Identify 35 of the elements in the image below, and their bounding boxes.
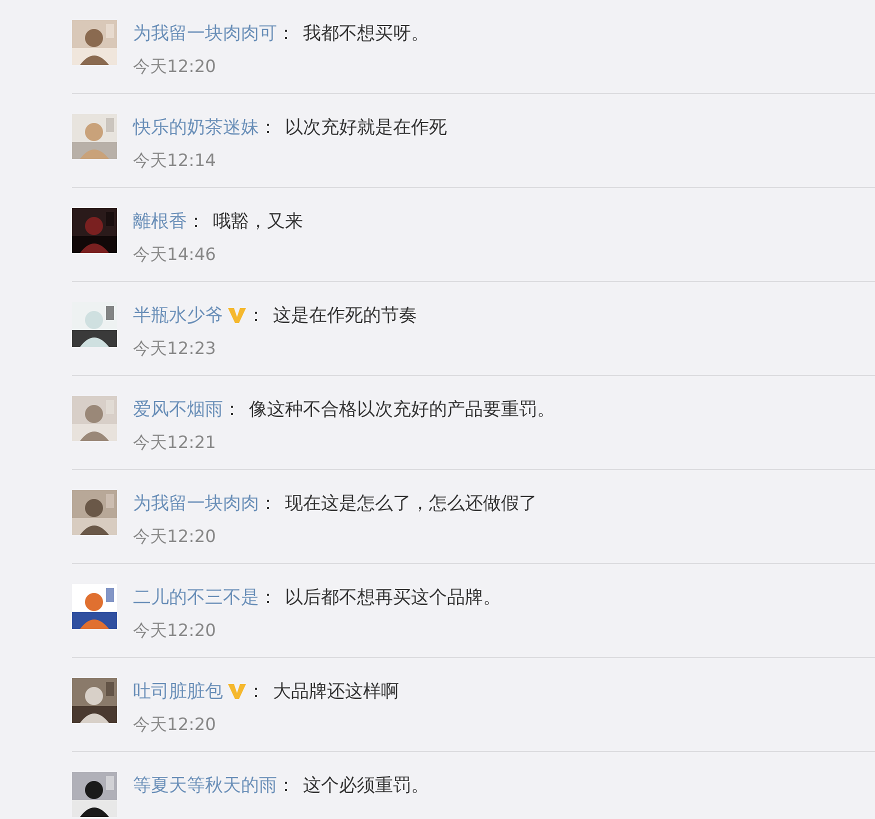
comment-text: 这个必须重罚。 <box>303 774 429 797</box>
comment-text: 大品牌还这样啊 <box>273 680 399 703</box>
user-name[interactable]: 等夏天等秋天的雨 <box>133 773 277 797</box>
colon: ： <box>259 586 277 609</box>
comment-text: 哦豁，又来 <box>213 210 303 233</box>
user-name[interactable]: 二儿的不三不是 <box>133 585 259 609</box>
colon: ： <box>223 398 241 421</box>
comment-text: 现在这是怎么了，怎么还做假了 <box>285 492 537 515</box>
colon: ： <box>259 116 277 139</box>
colon: ： <box>277 774 295 797</box>
comment-text: 我都不想买呀。 <box>303 22 429 45</box>
comment-time: 今天12:20 <box>133 56 217 79</box>
user-name[interactable]: 为我留一块肉肉 <box>133 491 259 515</box>
comment-time: 今天12:14 <box>133 150 217 173</box>
comment-text: 以次充好就是在作死 <box>285 116 447 139</box>
comment-text: 像这种不合格以次充好的产品要重罚。 <box>249 398 555 421</box>
user-name[interactable]: 吐司脏脏包 <box>133 679 223 703</box>
comment-time: 今天12:23 <box>133 338 217 361</box>
comment-time: 今天14:46 <box>133 244 217 267</box>
comment-text: 以后都不想再买这个品牌。 <box>285 586 501 609</box>
user-name[interactable]: 半瓶水少爷 <box>133 303 223 327</box>
colon: ： <box>187 210 205 233</box>
comment-time: 今天12:21 <box>133 432 217 455</box>
comment-time: 今天12:20 <box>133 714 217 737</box>
user-name[interactable]: 爱风不烟雨 <box>133 397 223 421</box>
colon: ： <box>247 680 265 703</box>
user-name[interactable]: 为我留一块肉肉可 <box>133 21 277 45</box>
colon: ： <box>259 492 277 515</box>
user-name[interactable]: 離根香 <box>133 209 187 233</box>
user-name[interactable]: 快乐的奶茶迷妹 <box>133 115 259 139</box>
comment-time: 今天12:20 <box>133 526 217 549</box>
colon: ： <box>277 22 295 45</box>
colon: ： <box>247 304 265 327</box>
comment-text: 这是在作死的节奏 <box>273 304 417 327</box>
comment-time: 今天12:20 <box>133 620 217 643</box>
